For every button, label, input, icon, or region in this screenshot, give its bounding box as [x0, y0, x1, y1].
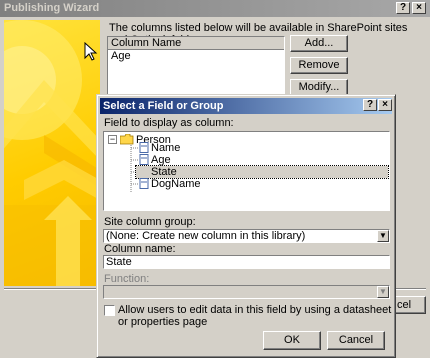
function-label: Function: — [104, 273, 150, 285]
dialog-close-button[interactable]: × — [378, 99, 392, 111]
dropdown-arrow-icon[interactable]: ▼ — [377, 230, 389, 242]
wizard-title-bar[interactable]: Publishing Wizard — [0, 0, 430, 17]
field-to-display-label: Field to display as column: — [104, 117, 234, 129]
dropdown-arrow-icon[interactable]: ▼ — [377, 286, 389, 298]
tree-node-state[interactable]: State — [135, 165, 389, 179]
site-column-group-select[interactable]: (None: Create new column in this library… — [103, 229, 390, 243]
column-row-age[interactable]: Age — [108, 50, 284, 62]
ok-button[interactable]: OK — [263, 331, 321, 350]
field-icon — [139, 142, 149, 153]
allow-edit-label: Allow users to edit data in this field b… — [118, 304, 392, 328]
add-button[interactable]: Add... — [290, 35, 348, 52]
tree-node-name[interactable]: Name — [151, 142, 180, 154]
mouse-cursor-icon — [84, 42, 98, 61]
column-name-label: Column name: — [104, 243, 176, 255]
wizard-help-button[interactable]: ? — [396, 2, 410, 14]
wizard-close-button[interactable]: × — [412, 2, 426, 14]
field-icon — [139, 178, 149, 189]
column-name-header[interactable]: Column Name — [108, 37, 284, 50]
allow-edit-checkbox[interactable] — [104, 305, 115, 316]
remove-button[interactable]: Remove — [290, 57, 348, 74]
field-icon — [139, 154, 149, 165]
field-tree[interactable]: − Person Name Age State DogName — [103, 131, 390, 211]
dialog-title: Select a Field or Group — [103, 100, 224, 112]
tree-expander-icon[interactable]: − — [108, 135, 117, 144]
function-select[interactable]: ▼ — [103, 285, 390, 299]
column-name-input[interactable]: State — [103, 255, 390, 269]
wizard-title: Publishing Wizard — [4, 2, 100, 14]
tree-node-age[interactable]: Age — [151, 154, 171, 166]
dialog-cancel-button[interactable]: Cancel — [327, 331, 385, 350]
tree-node-dogname[interactable]: DogName — [151, 178, 201, 190]
select-field-dialog: Select a Field or Group ? × Field to dis… — [96, 94, 396, 358]
dialog-help-button[interactable]: ? — [363, 99, 377, 111]
dialog-title-bar[interactable]: Select a Field or Group — [100, 98, 392, 114]
site-column-group-value: (None: Create new column in this library… — [106, 230, 306, 242]
site-column-group-label: Site column group: — [104, 216, 196, 228]
folder-icon — [120, 134, 134, 145]
